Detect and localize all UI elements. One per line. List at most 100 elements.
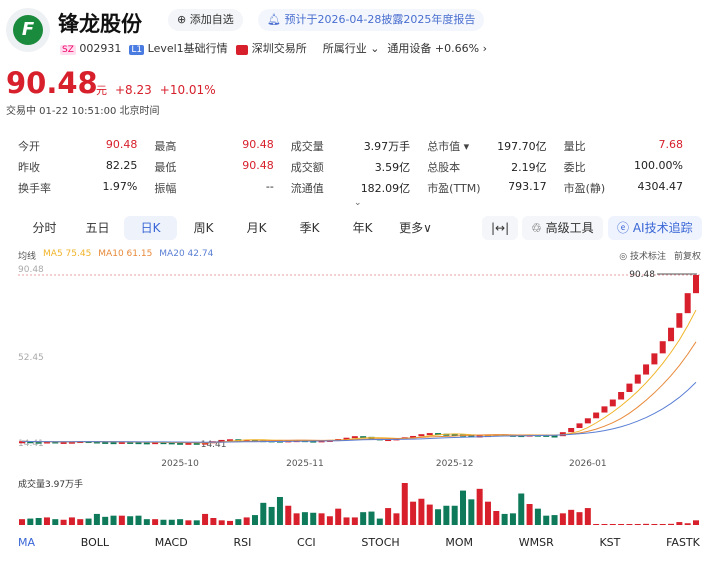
volume-bar (493, 511, 500, 525)
volume-bar (293, 513, 300, 525)
volume-bar (210, 518, 217, 525)
volume-bar (593, 524, 600, 525)
volume-bar (601, 524, 608, 525)
volume-bar (476, 488, 483, 525)
candle (651, 353, 658, 365)
volume-bar (551, 515, 558, 525)
candle (593, 412, 600, 419)
volume-bar (626, 524, 633, 525)
volume-bar (110, 515, 117, 525)
volume-bar (193, 520, 200, 525)
volume-bar (218, 520, 225, 525)
volume-bar (693, 520, 699, 525)
candle (601, 406, 608, 413)
candle (626, 383, 633, 393)
indicator-tab[interactable]: STOCH (361, 536, 399, 549)
volume-bar (518, 493, 525, 525)
volume-bar (68, 517, 75, 525)
volume-bar (135, 515, 142, 525)
y-axis-label: 14.41 (18, 439, 44, 449)
indicator-tab[interactable]: MACD (155, 536, 188, 549)
volume-label: 成交量3.97万手 (18, 480, 84, 490)
kline-chart[interactable]: 90.48 52.45 14.41 2025-10 2025-11 2025-12 2026… (0, 0, 719, 569)
volume-bar (584, 508, 591, 525)
volume-bar (576, 512, 583, 525)
volume-bar (77, 519, 84, 525)
volume-bar (426, 504, 433, 525)
volume-bar (43, 517, 50, 525)
volume-bar (152, 519, 159, 525)
volume-bar (326, 516, 333, 525)
y-axis-label: 90.48 (18, 265, 44, 275)
volume-bar (526, 504, 533, 525)
indicator-tab[interactable]: BOLL (81, 536, 109, 549)
volume-bar (118, 515, 125, 525)
candle (110, 442, 117, 445)
indicator-tab[interactable]: MA (18, 536, 35, 549)
x-axis-label: 2025-10 (161, 459, 199, 469)
volume-bar (609, 524, 616, 525)
ma10-line (21, 341, 697, 444)
volume-bar (143, 519, 150, 525)
volume-bar (235, 519, 242, 525)
volume-bar (285, 505, 292, 525)
volume-bar (659, 524, 666, 525)
volume-bar (268, 506, 275, 525)
volume-bar (643, 523, 650, 525)
volume-bar (410, 501, 417, 525)
candle (426, 433, 433, 436)
indicator-tab[interactable]: RSI (233, 536, 251, 549)
volume-bar (451, 505, 458, 525)
volume-bar (676, 522, 683, 525)
volume-bar (160, 519, 167, 525)
candle (551, 435, 558, 438)
volume-bar (260, 502, 267, 525)
volume-bar (27, 518, 34, 525)
x-axis-label: 2025-11 (286, 459, 324, 469)
volume-bar (351, 517, 358, 525)
candle (584, 418, 591, 424)
volume-bar (618, 524, 625, 525)
volume-bar (276, 497, 283, 525)
candle (634, 374, 641, 384)
candle (693, 275, 699, 294)
volume-bar (368, 511, 375, 525)
volume-bar (102, 516, 109, 525)
volume-bar (668, 523, 675, 525)
volume-bar (376, 518, 383, 525)
volume-bar (435, 509, 442, 525)
volume-bar (634, 524, 641, 525)
volume-bar (468, 499, 475, 525)
volume-bar (243, 517, 250, 525)
candle (576, 423, 583, 429)
candle (177, 442, 184, 445)
candle (351, 436, 358, 439)
volume-bar (484, 501, 491, 525)
volume-bar (568, 509, 575, 525)
candle (418, 434, 425, 437)
volume-bar (127, 516, 134, 525)
volume-bar (60, 519, 67, 525)
volume-bar (318, 513, 325, 525)
volume-bar (177, 519, 184, 525)
volume-bar (335, 508, 342, 525)
indicator-tab[interactable]: CCI (297, 536, 316, 549)
indicator-tab[interactable]: WMSR (519, 536, 554, 549)
volume-bar (35, 518, 42, 525)
indicator-tab[interactable]: KST (599, 536, 620, 549)
x-axis-label: 2026-01 (569, 459, 607, 469)
candle (618, 392, 625, 400)
volume-bar (310, 512, 317, 525)
volume-bar (509, 513, 516, 525)
indicator-tab[interactable]: MOM (445, 536, 473, 549)
indicator-tab[interactable]: FASTK (666, 536, 700, 549)
volume-bar (443, 505, 450, 525)
candle (676, 313, 683, 328)
volume-bar (202, 513, 209, 525)
candle (668, 327, 675, 342)
volume-bar (385, 508, 392, 525)
volume-bar (651, 524, 658, 525)
volume-bar (559, 513, 566, 525)
candle (643, 364, 650, 375)
ma20-line (21, 381, 697, 443)
